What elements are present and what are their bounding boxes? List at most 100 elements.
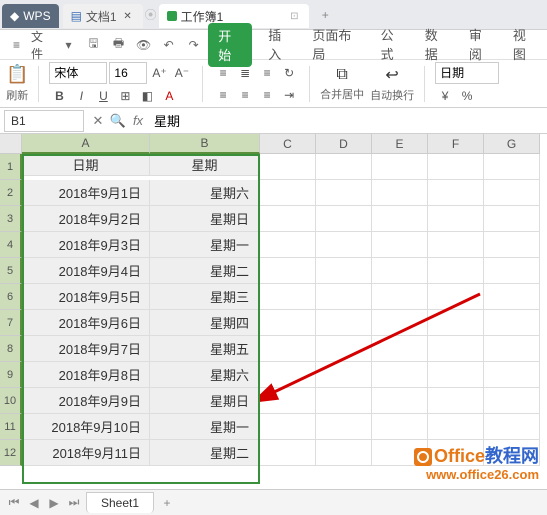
cell-D6[interactable] [316, 284, 372, 310]
cell-B7[interactable]: 星期四 [150, 310, 260, 336]
cell-D11[interactable] [316, 414, 372, 440]
add-sheet-button[interactable]: + [158, 494, 176, 512]
row-header-6[interactable]: 6 [0, 284, 22, 310]
border-button[interactable]: ⊞ [115, 86, 135, 106]
align-bot-icon[interactable]: ≡ [257, 63, 277, 83]
sheet-nav-prev-icon[interactable]: ◀ [26, 496, 42, 510]
cell-D2[interactable] [316, 180, 372, 206]
cell-D4[interactable] [316, 232, 372, 258]
cell-F8[interactable] [428, 336, 484, 362]
cell-E7[interactable] [372, 310, 428, 336]
cell-G10[interactable] [484, 388, 540, 414]
font-size-combo[interactable] [109, 62, 147, 84]
underline-button[interactable]: U [93, 86, 113, 106]
cell-D8[interactable] [316, 336, 372, 362]
cell-C3[interactable] [260, 206, 316, 232]
currency-icon[interactable]: ¥ [435, 86, 455, 106]
ribbon-tab-data[interactable]: 数据 [421, 23, 453, 67]
spreadsheet-grid[interactable]: ABCDEFG1日期星期22018年9月1日星期六32018年9月2日星期日42… [0, 134, 547, 466]
cell-G2[interactable] [484, 180, 540, 206]
cell-F11[interactable] [428, 414, 484, 440]
row-header-1[interactable]: 1 [0, 154, 22, 180]
cell-G4[interactable] [484, 232, 540, 258]
row-header-9[interactable]: 9 [0, 362, 22, 388]
cell-F6[interactable] [428, 284, 484, 310]
percent-icon[interactable]: % [457, 86, 477, 106]
cell-B4[interactable]: 星期一 [150, 232, 260, 258]
cell-B3[interactable]: 星期日 [150, 206, 260, 232]
cell-A9[interactable]: 2018年9月8日 [22, 362, 150, 388]
row-header-5[interactable]: 5 [0, 258, 22, 284]
cell-D9[interactable] [316, 362, 372, 388]
col-header-F[interactable]: F [428, 134, 484, 154]
cell-G9[interactable] [484, 362, 540, 388]
new-tab-button[interactable]: + [315, 5, 335, 25]
cell-C7[interactable] [260, 310, 316, 336]
cell-G8[interactable] [484, 336, 540, 362]
col-header-C[interactable]: C [260, 134, 316, 154]
paste-button[interactable]: 📋 刷新 [6, 64, 28, 103]
cell-G3[interactable] [484, 206, 540, 232]
cell-D7[interactable] [316, 310, 372, 336]
cell-F10[interactable] [428, 388, 484, 414]
cell-B9[interactable]: 星期六 [150, 362, 260, 388]
cell-B1[interactable]: 星期 [150, 154, 260, 176]
fill-color-button[interactable]: ◧ [137, 86, 157, 106]
col-header-E[interactable]: E [372, 134, 428, 154]
cell-E10[interactable] [372, 388, 428, 414]
row-header-2[interactable]: 2 [0, 180, 22, 206]
row-header-4[interactable]: 4 [0, 232, 22, 258]
cell-F3[interactable] [428, 206, 484, 232]
cell-D3[interactable] [316, 206, 372, 232]
ribbon-tab-layout[interactable]: 页面布局 [308, 23, 364, 67]
print-icon[interactable]: 🖶 [108, 34, 129, 56]
cell-C5[interactable] [260, 258, 316, 284]
search-icon[interactable]: 🔍 [108, 111, 128, 131]
ribbon-tab-start[interactable]: 开始 [208, 23, 252, 67]
cell-E3[interactable] [372, 206, 428, 232]
align-right-icon[interactable]: ≡ [257, 85, 277, 105]
sheet-nav-last-icon[interactable]: ⏭ [66, 495, 82, 510]
cell-E8[interactable] [372, 336, 428, 362]
cell-A8[interactable]: 2018年9月7日 [22, 336, 150, 362]
cell-A5[interactable]: 2018年9月4日 [22, 258, 150, 284]
app-tab[interactable]: ◆ WPS [2, 4, 59, 28]
cell-E9[interactable] [372, 362, 428, 388]
sheet-nav-next-icon[interactable]: ▶ [46, 496, 62, 510]
cell-E6[interactable] [372, 284, 428, 310]
indent-icon[interactable]: ⇥ [279, 85, 299, 105]
cell-C8[interactable] [260, 336, 316, 362]
cell-A6[interactable]: 2018年9月5日 [22, 284, 150, 310]
cell-D5[interactable] [316, 258, 372, 284]
cell-C9[interactable] [260, 362, 316, 388]
cell-E4[interactable] [372, 232, 428, 258]
file-menu[interactable]: 文件 [31, 28, 54, 62]
cell-G11[interactable] [484, 414, 540, 440]
cell-F7[interactable] [428, 310, 484, 336]
formula-input[interactable] [148, 110, 547, 132]
cell-B11[interactable]: 星期一 [150, 414, 260, 440]
ribbon-tab-insert[interactable]: 插入 [264, 23, 296, 67]
close-doc2-icon[interactable]: ⊡ [287, 9, 301, 23]
cell-E11[interactable] [372, 414, 428, 440]
cell-F4[interactable] [428, 232, 484, 258]
orientation-icon[interactable]: ↻ [279, 63, 299, 83]
row-header-8[interactable]: 8 [0, 336, 22, 362]
preview-icon[interactable]: 👁 [133, 34, 154, 56]
decrease-font-icon[interactable]: A⁻ [172, 63, 192, 83]
align-center-icon[interactable]: ≡ [235, 85, 255, 105]
col-header-D[interactable]: D [316, 134, 372, 154]
ribbon-tab-view[interactable]: 视图 [509, 23, 541, 67]
redo-icon[interactable]: ↷ [183, 34, 204, 56]
name-box[interactable]: B1 [4, 110, 84, 132]
col-header-B[interactable]: B [150, 134, 260, 154]
cell-C12[interactable] [260, 440, 316, 466]
cell-G1[interactable] [484, 154, 540, 180]
cell-A10[interactable]: 2018年9月9日 [22, 388, 150, 414]
cell-E1[interactable] [372, 154, 428, 180]
font-name-combo[interactable] [49, 62, 107, 84]
sheet-tab-1[interactable]: Sheet1 [86, 492, 154, 513]
ribbon-tab-review[interactable]: 审阅 [465, 23, 497, 67]
cell-G7[interactable] [484, 310, 540, 336]
cell-A12[interactable]: 2018年9月11日 [22, 440, 150, 466]
